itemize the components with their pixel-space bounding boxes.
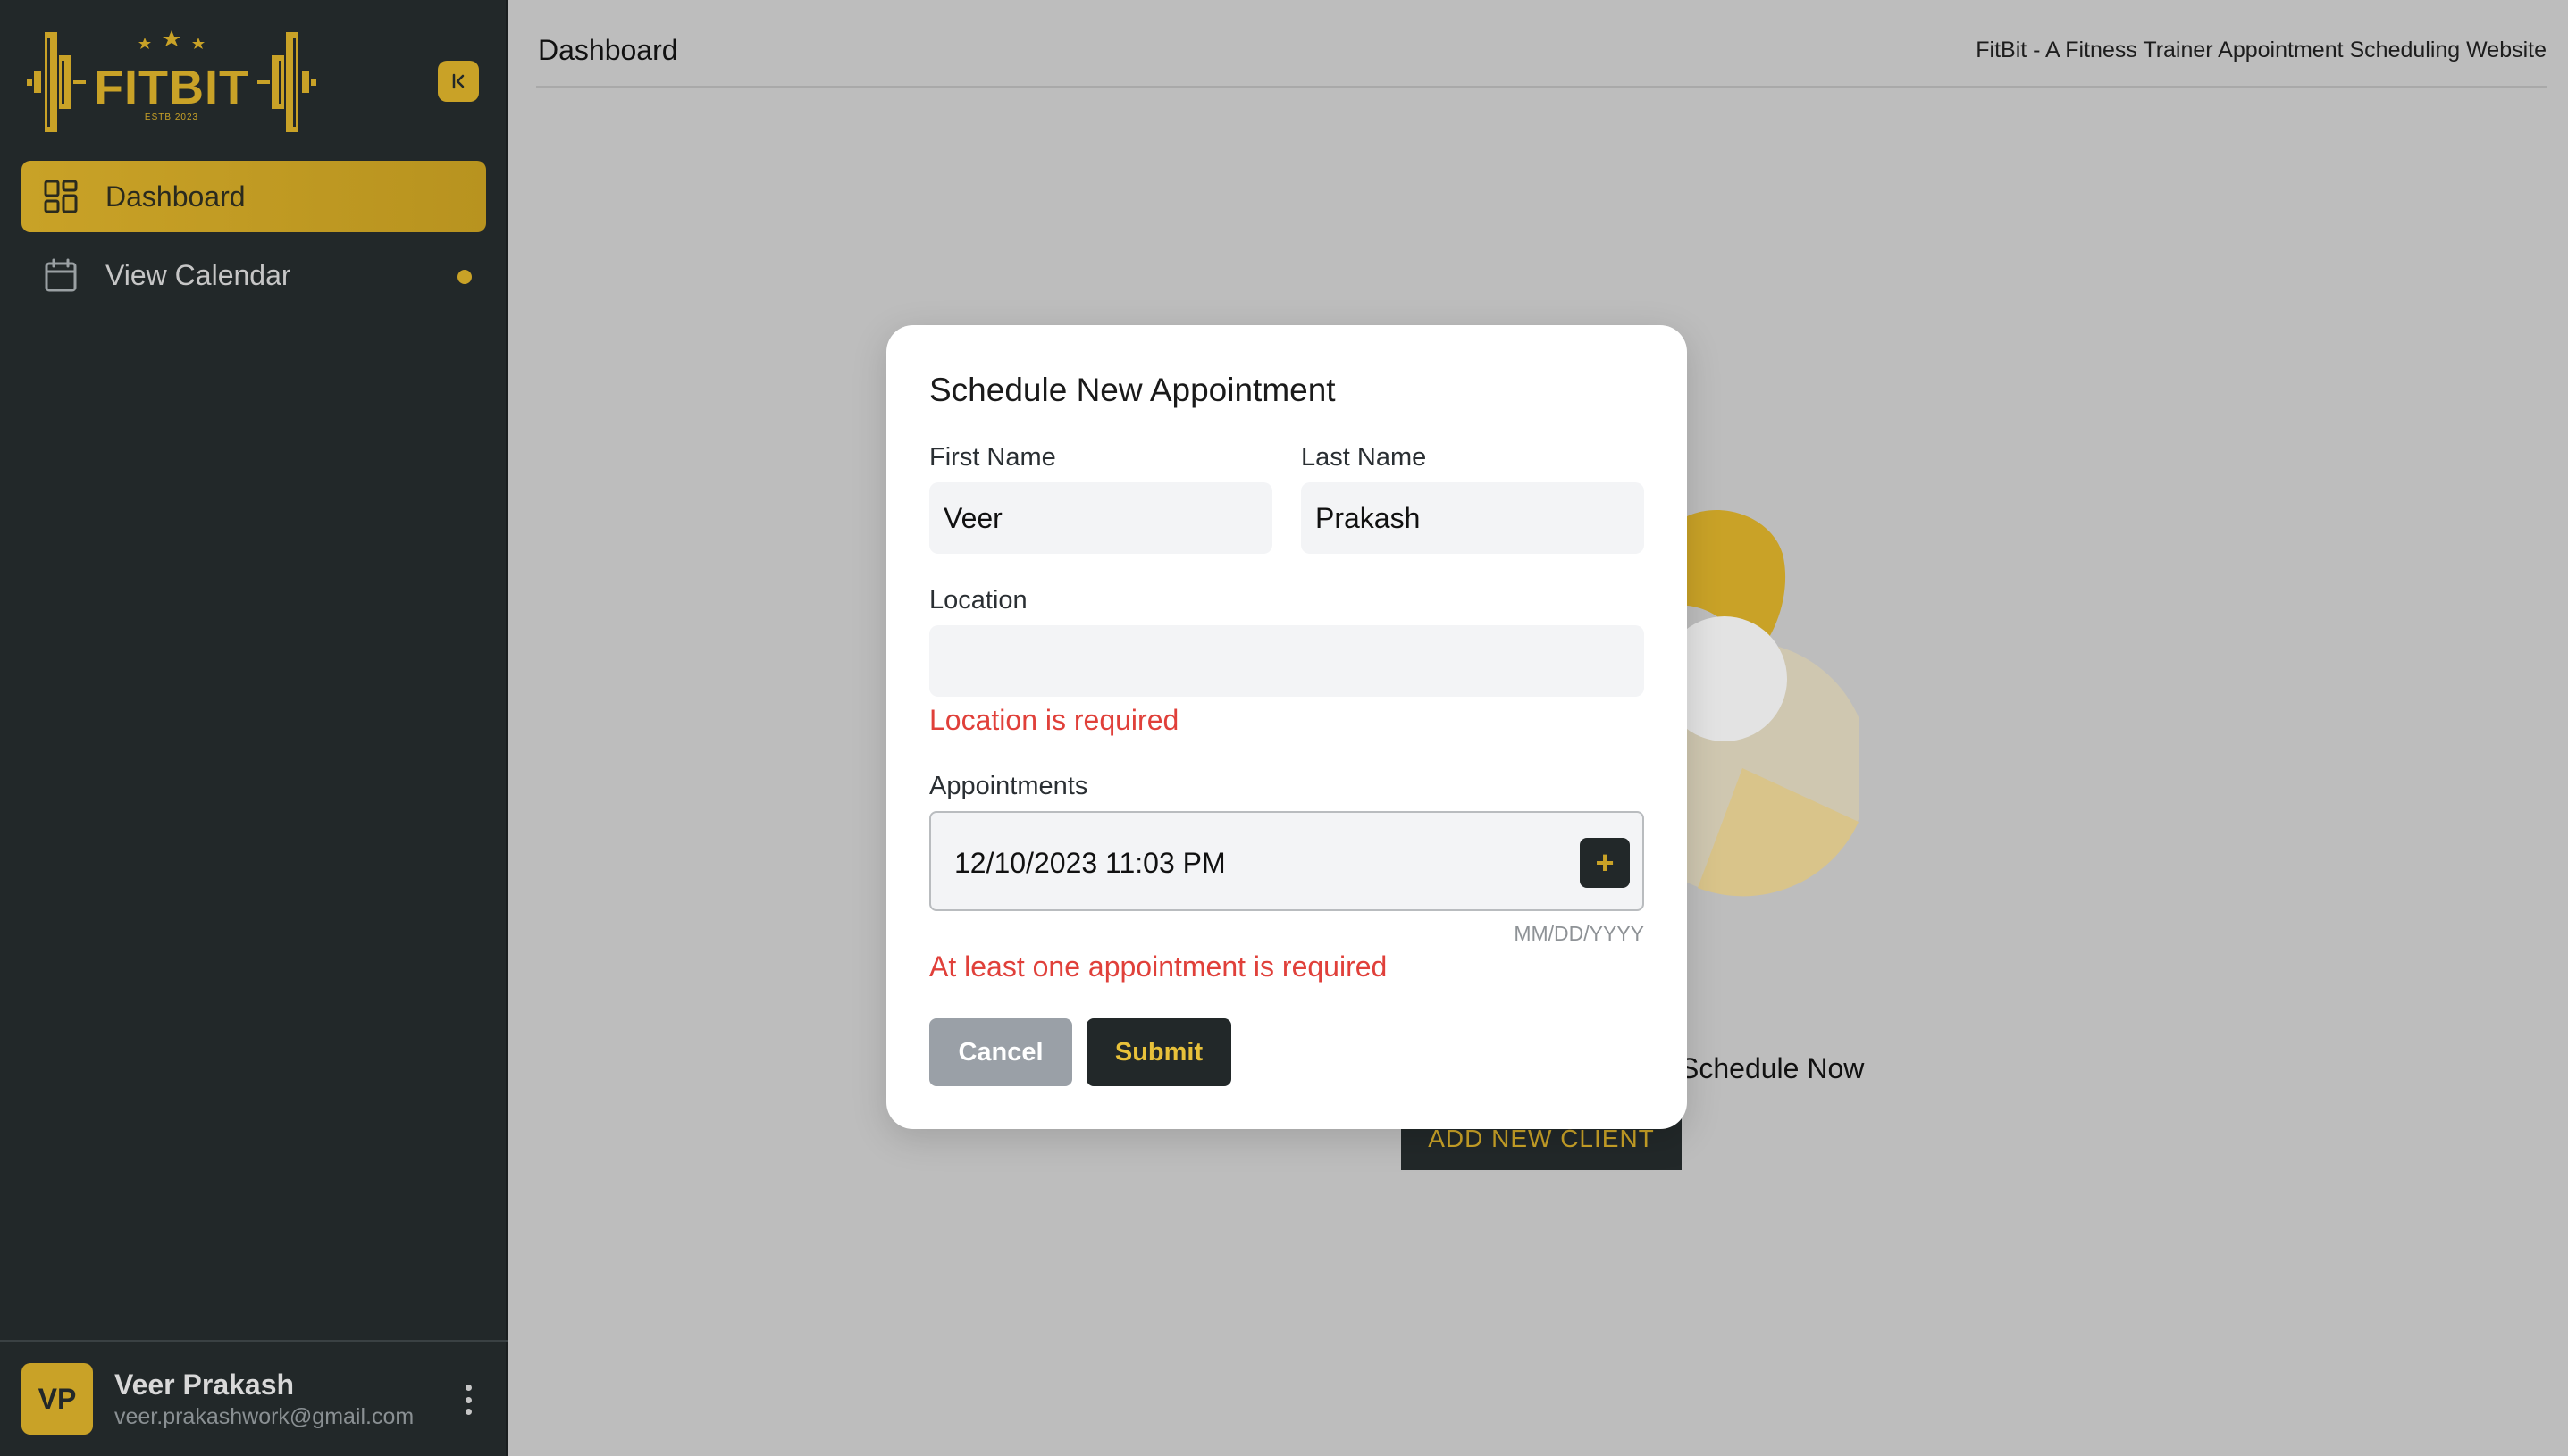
schedule-now-text: Schedule Now: [1680, 1052, 1865, 1084]
user-email: veer.prakashwork@gmail.com: [114, 1404, 415, 1429]
sidebar-item-label: Dashboard: [105, 180, 246, 213]
location-input[interactable]: [929, 625, 1644, 697]
grid-icon: [43, 179, 79, 214]
appointments-label: Appointments: [929, 772, 1088, 800]
collapse-sidebar-button[interactable]: [438, 61, 479, 102]
sidebar: FITBIT ESTB 2023 Dashboard View Calendar…: [0, 0, 508, 1456]
appointment-datetime-value: 12/10/2023 11:03 PM: [954, 847, 1226, 879]
last-name-label: Last Name: [1301, 443, 1427, 472]
user-name: Veer Prakash: [114, 1368, 295, 1401]
sidebar-item-view-calendar[interactable]: View Calendar: [21, 239, 486, 311]
logo-wordmark: FITBIT: [94, 61, 249, 114]
appointments-error: At least one appointment is required: [929, 950, 1388, 983]
schedule-appointment-modal: Schedule New Appointment First Name Last…: [886, 325, 1687, 1129]
appointment-datetime-field[interactable]: 12/10/2023 11:03 PM +: [929, 811, 1644, 911]
location-error: Location is required: [929, 704, 1179, 736]
page-title: Dashboard: [538, 34, 678, 66]
collapse-left-icon: [452, 73, 465, 89]
user-menu-button[interactable]: [454, 1379, 483, 1420]
logo-tagline: ESTB 2023: [145, 113, 198, 122]
main-header: Dashboard FitBit - A Fitness Trainer App…: [536, 0, 2547, 88]
kebab-menu-icon: [465, 1385, 472, 1391]
first-name-input[interactable]: [929, 482, 1272, 554]
date-format-hint: MM/DD/YYYY: [1514, 922, 1644, 945]
location-label: Location: [929, 586, 1028, 615]
sidebar-item-dashboard[interactable]: Dashboard: [21, 161, 486, 232]
sidebar-item-label: View Calendar: [105, 258, 291, 291]
site-title: FitBit - A Fitness Trainer Appointment S…: [1976, 38, 2547, 63]
first-name-label: First Name: [929, 443, 1056, 472]
fitbit-logo: FITBIT ESTB 2023: [27, 30, 316, 132]
user-profile: VP Veer Prakash veer.prakashwork@gmail.c…: [0, 1340, 508, 1456]
notification-dot: [457, 270, 472, 284]
last-name-input[interactable]: [1301, 482, 1644, 554]
calendar-icon: [43, 257, 79, 293]
cancel-button[interactable]: Cancel: [929, 1018, 1072, 1086]
avatar[interactable]: VP: [21, 1363, 93, 1435]
modal-title: Schedule New Appointment: [929, 372, 1336, 408]
add-appointment-button[interactable]: +: [1580, 838, 1630, 888]
submit-button[interactable]: Submit: [1087, 1018, 1231, 1086]
